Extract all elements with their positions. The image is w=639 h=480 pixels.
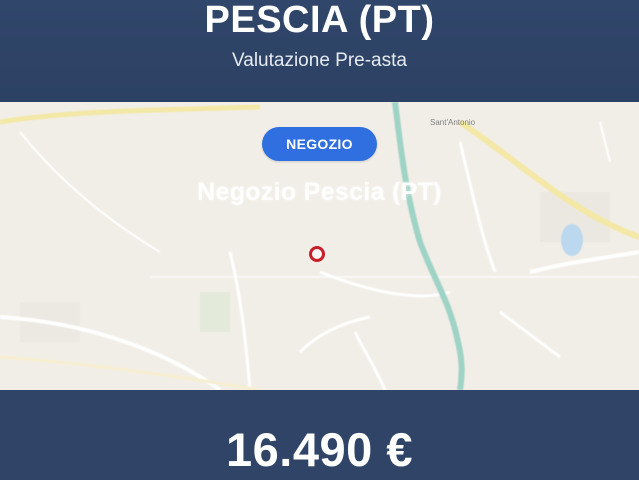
location-pin-icon[interactable] xyxy=(309,246,325,262)
location-map[interactable]: Sant'Antonio Negozio Pescia (PT) NEGOZIO xyxy=(0,102,639,390)
header-banner: PESCIA (PT) Valutazione Pre-asta xyxy=(0,0,639,102)
category-badge: NEGOZIO xyxy=(262,127,377,161)
page-title: PESCIA (PT) xyxy=(204,0,435,41)
price-footer: 16.490 € xyxy=(0,390,639,480)
map-place-label: Sant'Antonio xyxy=(430,118,476,127)
page-subtitle: Valutazione Pre-asta xyxy=(232,50,407,71)
price-value: 16.490 € xyxy=(226,423,413,476)
map-overlay-title: Negozio Pescia (PT) xyxy=(197,178,442,206)
